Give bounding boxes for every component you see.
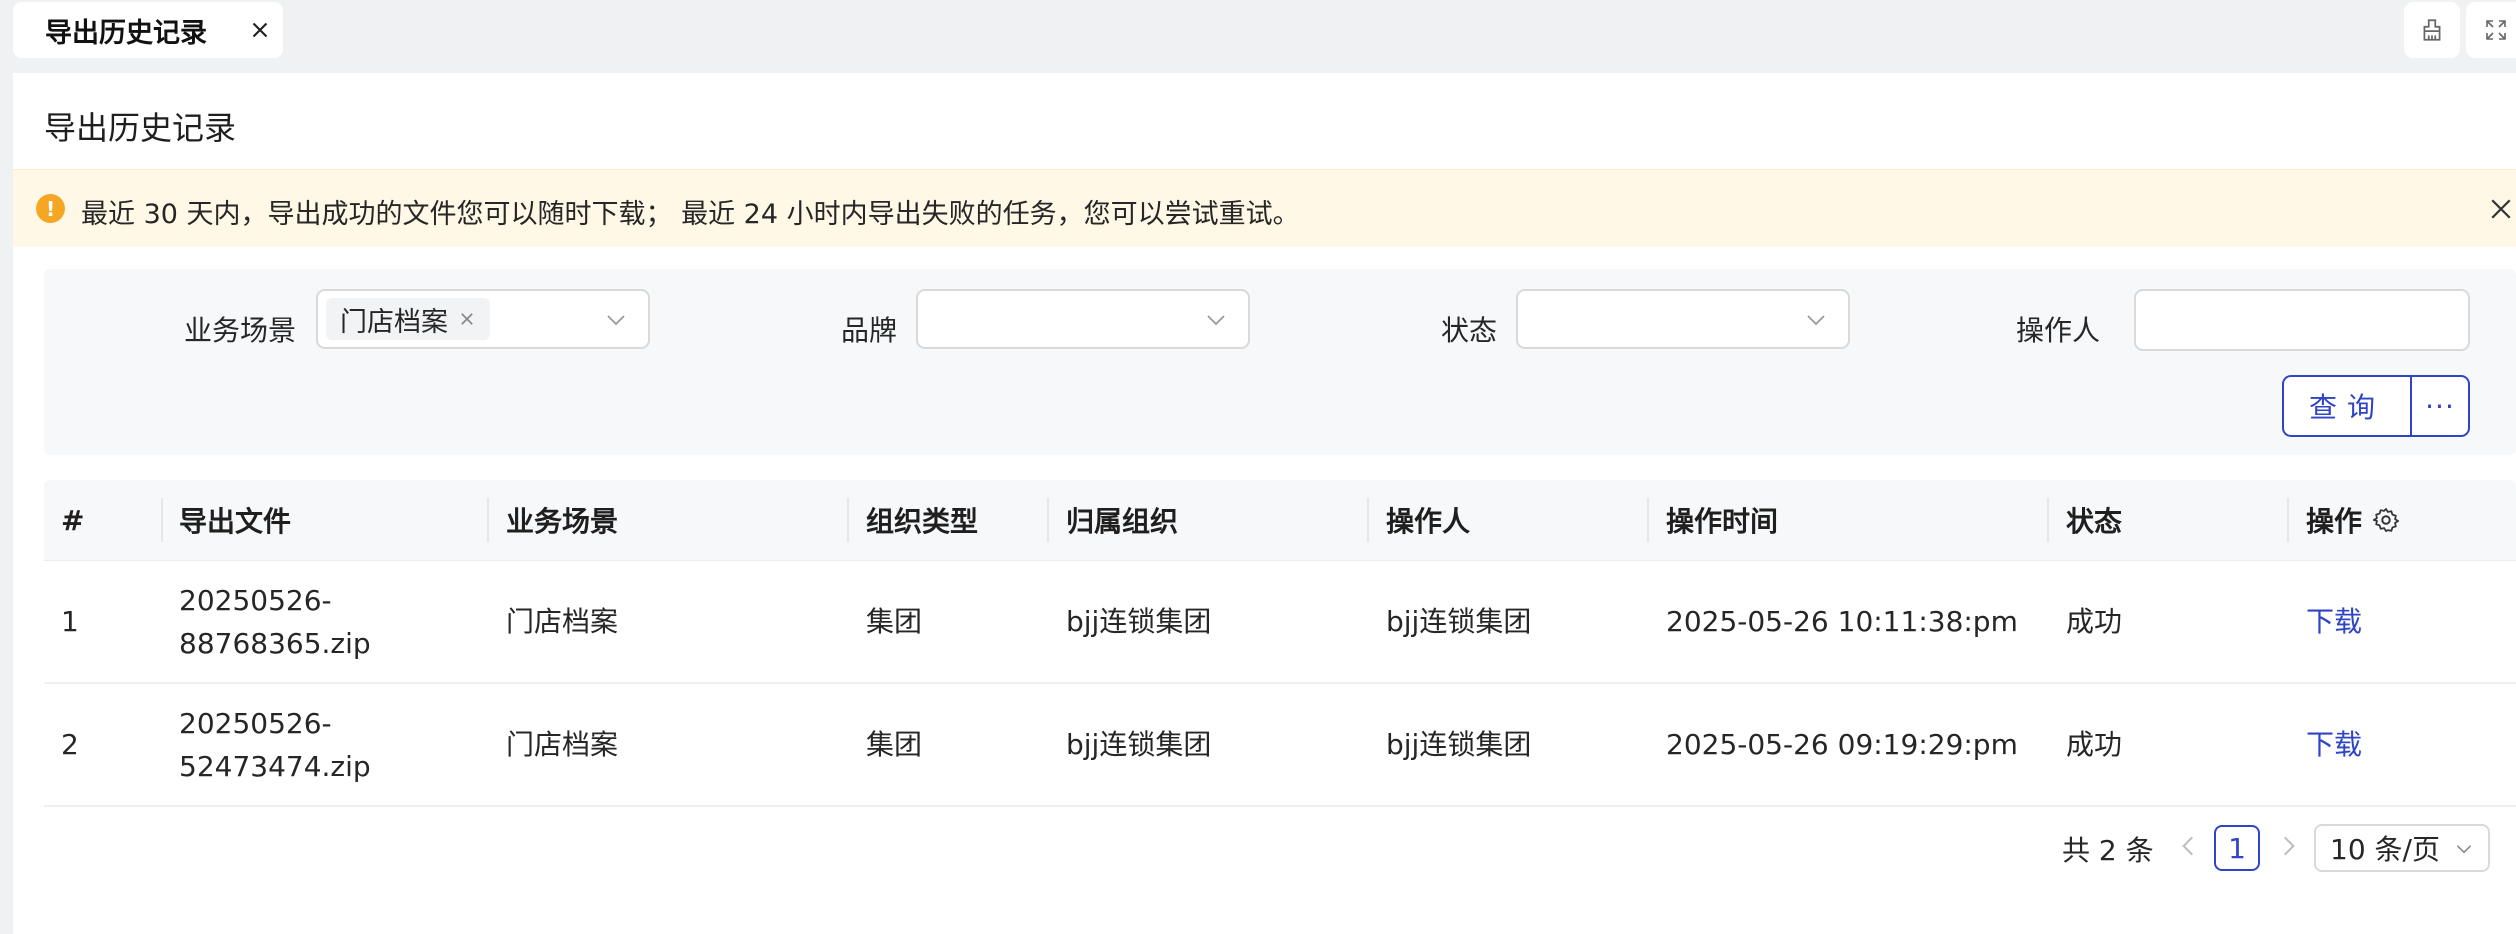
tab-label: 导出历史记录 [45,17,207,49]
table-row: 1 20250526-88768365.zip 门店档案 集团 bjj连锁集团 … [44,561,2516,684]
col-index: # [61,503,85,537]
col-org-type: 组织类型 [866,505,979,538]
alert-banner: ! 最近 30 天内，导出成功的文件您可以随时下载； 最近 24 小时内导出失败… [13,169,2516,247]
cell-status: 成功 [2066,728,2123,761]
cell-index: 1 [61,605,79,638]
chevron-down-icon [1807,315,1825,326]
page-button-current[interactable]: 1 [2214,825,2260,871]
page-size-label: 10 条/页 [2330,833,2440,866]
col-action-label: 操作 [2306,505,2363,538]
cell-org: bjj连锁集团 [1066,605,1212,638]
clean-button[interactable] [2404,2,2460,58]
tag-remove-icon[interactable] [458,310,476,328]
query-button[interactable]: 查询 [2284,377,2412,435]
chevron-down-icon [1207,315,1225,326]
close-icon[interactable] [2486,194,2516,224]
cell-operator: bjj连锁集团 [1386,728,1532,761]
column-divider [1647,498,1649,542]
cell-org-type: 集团 [866,605,923,638]
cell-operator: bjj连锁集团 [1386,605,1532,638]
status-select[interactable] [1516,289,1850,349]
scene-label: 业务场景 [184,314,297,347]
page-size-select[interactable]: 10 条/页 [2314,824,2490,872]
settings-icon[interactable] [2372,506,2400,534]
cell-scene: 门店档案 [506,728,619,761]
table-row: 2 20250526-52473474.zip 门店档案 集团 bjj连锁集团 … [44,684,2516,807]
cell-scene: 门店档案 [506,605,619,638]
tab-export-history[interactable]: 导出历史记录 [13,2,283,58]
column-divider [847,498,849,542]
chevron-left-icon[interactable] [2176,833,2202,859]
col-status: 状态 [2066,505,2123,538]
column-divider [161,498,163,542]
expand-icon [2486,20,2506,40]
col-file: 导出文件 [179,505,292,538]
column-divider [2047,498,2049,542]
tab-bar: 导出历史记录 [0,0,2516,72]
download-link[interactable]: 下载 [2306,561,2362,682]
cell-status: 成功 [2066,605,2123,638]
chevron-down-icon [2456,845,2472,854]
scene-tag-label: 门店档案 [340,306,448,338]
fullscreen-button[interactable] [2466,2,2516,58]
cell-index: 2 [61,728,79,761]
column-divider [2287,498,2289,542]
page-title: 导出历史记录 [44,109,237,147]
main-card: 导出历史记录 ! 最近 30 天内，导出成功的文件您可以随时下载； 最近 24 … [13,73,2516,934]
warning-circle-icon: ! [36,194,65,223]
col-time: 操作时间 [1666,505,1779,538]
broom-icon [2423,19,2441,41]
pagination-total: 共 2 条 [2062,834,2154,867]
column-divider [1047,498,1049,542]
col-scene: 业务场景 [506,505,619,538]
operator-label: 操作人 [2016,314,2101,347]
scene-tag: 门店档案 [326,298,490,340]
cell-time: 2025-05-26 10:11:38:pm [1666,605,2018,638]
col-org: 归属组织 [1066,505,1179,538]
alert-text: 最近 30 天内，导出成功的文件您可以随时下载； 最近 24 小时内导出失败的任… [81,199,1300,230]
operator-input[interactable] [2134,289,2470,351]
query-button-group: 查询 ··· [2282,375,2470,437]
brand-select[interactable] [916,289,1250,349]
cell-file: 20250526-52473474.zip [179,706,371,783]
close-icon[interactable] [247,17,273,43]
column-divider [1367,498,1369,542]
col-operator: 操作人 [1386,505,1471,538]
column-divider [487,498,489,542]
export-table: # 导出文件 业务场景 组织类型 归属组织 操作人 操作时间 状态 操作 1 2… [44,480,2516,807]
download-link[interactable]: 下载 [2306,684,2362,805]
cell-org: bjj连锁集团 [1066,728,1212,761]
cell-file: 20250526-88768365.zip [179,583,371,660]
scene-select[interactable]: 门店档案 [316,289,650,349]
cell-time: 2025-05-26 09:19:29:pm [1666,728,2018,761]
col-action: 操作 [2306,480,2400,560]
brand-label: 品牌 [841,314,898,347]
chevron-right-icon[interactable] [2275,833,2301,859]
cell-org-type: 集团 [866,728,923,761]
table-header: # 导出文件 业务场景 组织类型 归属组织 操作人 操作时间 状态 操作 [44,480,2516,561]
filter-panel: 业务场景 门店档案 品牌 状态 操作人 查询 ··· [44,269,2516,455]
status-label: 状态 [1441,314,1498,347]
more-button[interactable]: ··· [2412,377,2468,435]
chevron-down-icon [607,315,625,326]
